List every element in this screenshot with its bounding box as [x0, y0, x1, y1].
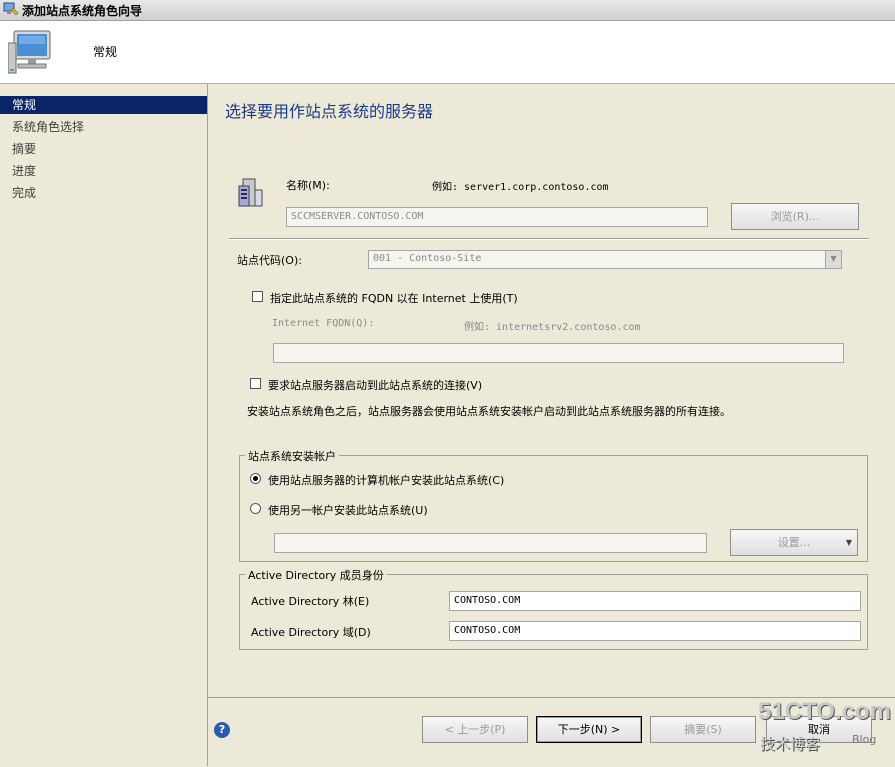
- summary-button[interactable]: 摘要(S): [650, 716, 756, 743]
- next-button[interactable]: 下一步(N) >: [536, 716, 642, 743]
- settings-button[interactable]: 设置... ▼: [730, 529, 858, 556]
- other-account-radio[interactable]: [250, 503, 261, 514]
- wizard-sidebar: 常规 系统角色选择 摘要 进度 完成: [0, 84, 208, 766]
- wizard-header: 常规: [0, 21, 895, 84]
- site-code-select[interactable]: 001 - Contoso-Site: [368, 250, 842, 269]
- account-field[interactable]: [274, 533, 707, 553]
- computer-account-label: 使用站点服务器的计算机帐户安装此站点系统(C): [268, 474, 505, 487]
- require-connection-checkbox[interactable]: [250, 378, 261, 389]
- page-title: 选择要用作站点系统的服务器: [225, 102, 434, 121]
- watermark-logo: 51CTO.com: [758, 698, 891, 725]
- chevron-down-icon[interactable]: ▼: [825, 251, 841, 268]
- dropdown-arrow-icon: ▼: [845, 538, 852, 547]
- watermark-blog: Blog: [852, 733, 877, 746]
- window-titlebar: 添加站点系统角色向导: [0, 0, 895, 21]
- ad-domain-field[interactable]: CONTOSO.COM: [449, 621, 861, 641]
- sidebar-item-summary[interactable]: 摘要: [0, 140, 207, 158]
- internet-fqdn-field[interactable]: [273, 343, 844, 363]
- name-example: 例如: server1.corp.contoso.com: [432, 182, 609, 193]
- settings-button-label: 设置...: [777, 536, 811, 549]
- ad-forest-label: Active Directory 林(E): [251, 595, 370, 608]
- site-code-value: 001 - Contoso-Site: [373, 253, 482, 264]
- sidebar-item-completion[interactable]: 完成: [0, 184, 207, 202]
- sidebar-item-progress[interactable]: 进度: [0, 162, 207, 180]
- browse-button[interactable]: 浏览(R)...: [731, 203, 859, 230]
- window-title: 添加站点系统角色向导: [22, 4, 143, 18]
- internet-fqdn-example: 例如: internetsrv2.contoso.com: [464, 322, 641, 333]
- require-connection-note: 安装站点系统角色之后，站点服务器会使用站点系统安装帐户启动到此站点系统服务器的所…: [247, 405, 731, 418]
- divider: [229, 238, 869, 240]
- site-code-label: 站点代码(O):: [237, 254, 302, 267]
- fqdn-checkbox-label: 指定此站点系统的 FQDN 以在 Internet 上使用(T): [270, 292, 518, 305]
- header-title: 常规: [93, 45, 118, 59]
- internet-fqdn-label: Internet FQDN(Q):: [272, 318, 375, 329]
- other-account-label: 使用另一帐户安装此站点系统(U): [268, 504, 428, 517]
- fqdn-checkbox[interactable]: [252, 291, 263, 302]
- ad-domain-label: Active Directory 域(D): [251, 626, 371, 639]
- ad-forest-field[interactable]: CONTOSO.COM: [449, 591, 861, 611]
- help-icon[interactable]: ?: [214, 722, 230, 738]
- sidebar-item-general[interactable]: 常规: [0, 96, 207, 114]
- server-name-field[interactable]: SCCMSERVER.CONTOSO.COM: [286, 207, 708, 227]
- wizard-icon: [3, 2, 19, 16]
- computer-account-radio[interactable]: [250, 473, 261, 484]
- server-icon: [238, 178, 263, 207]
- watermark-subtitle: 技术博客: [760, 735, 821, 753]
- previous-button[interactable]: < 上一步(P): [422, 716, 528, 743]
- require-connection-label: 要求站点服务器启动到此站点系统的连接(V): [268, 379, 483, 392]
- ad-membership-caption: Active Directory 成员身份: [245, 567, 387, 583]
- name-label: 名称(M):: [286, 179, 330, 192]
- install-account-caption: 站点系统安装帐户: [245, 448, 339, 464]
- sidebar-item-role-selection[interactable]: 系统角色选择: [0, 118, 207, 136]
- computer-icon: [8, 30, 51, 74]
